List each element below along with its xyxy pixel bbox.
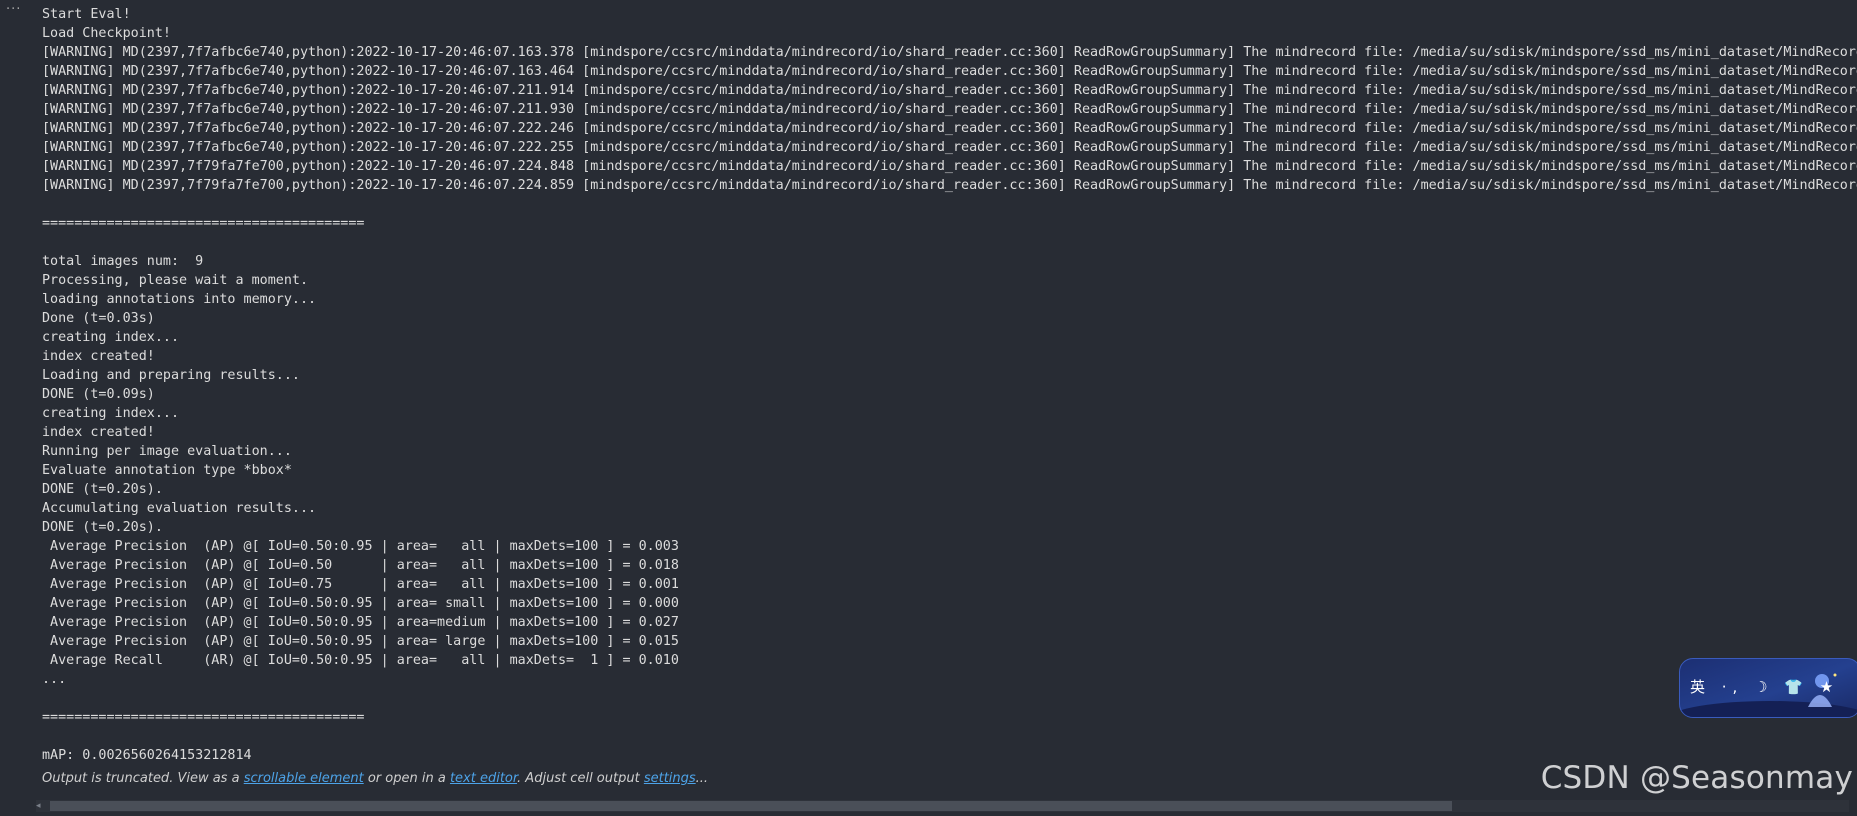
output-line: [WARNING] MD(2397,7f7afbc6e740,python):2… <box>42 140 1857 155</box>
output-line: [WARNING] MD(2397,7f7afbc6e740,python):2… <box>42 45 1857 60</box>
output-line: Average Recall (AR) @[ IoU=0.50:0.95 | a… <box>42 653 679 668</box>
csdn-watermark: CSDN @Seasonmay <box>1540 760 1853 796</box>
cell-output-area[interactable]: Start Eval! Load Checkpoint! [WARNING] MD(… <box>42 5 1857 775</box>
output-line: [WARNING] MD(2397,7f79fa7fe700,python):2… <box>42 178 1857 193</box>
scrollbar-thumb[interactable] <box>50 801 1452 811</box>
output-line: Running per image evaluation... <box>42 444 292 459</box>
output-line: [WARNING] MD(2397,7f7afbc6e740,python):2… <box>42 83 1857 98</box>
output-line: ... <box>42 672 67 687</box>
output-line: [WARNING] MD(2397,7f7afbc6e740,python):2… <box>42 121 1857 136</box>
output-line: index created! <box>42 425 155 440</box>
cell-output-menu-icon[interactable]: ··· <box>6 2 21 17</box>
output-line: ======================================== <box>42 216 365 231</box>
ime-status-label: 英 ·, ☽ 👕 ★ <box>1690 678 1840 696</box>
output-line: Start Eval! <box>42 7 131 22</box>
output-line: Average Precision (AP) @[ IoU=0.75 | are… <box>42 577 679 592</box>
output-line: Evaluate annotation type *bbox* <box>42 463 292 478</box>
output-line: Loading and preparing results... <box>42 368 300 383</box>
output-line: Average Precision (AP) @[ IoU=0.50:0.95 … <box>42 634 679 649</box>
output-line: index created! <box>42 349 155 364</box>
output-line: Done (t=0.03s) <box>42 311 155 326</box>
output-line: Average Precision (AP) @[ IoU=0.50:0.95 … <box>42 596 679 611</box>
settings-link[interactable]: settings <box>644 771 696 786</box>
output-line: loading annotations into memory... <box>42 292 317 307</box>
output-line: Accumulating evaluation results... <box>42 501 317 516</box>
output-line: [WARNING] MD(2397,7f7afbc6e740,python):2… <box>42 64 1857 79</box>
output-line: creating index... <box>42 406 180 421</box>
output-line: Average Precision (AP) @[ IoU=0.50:0.95 … <box>42 615 679 630</box>
horizontal-scrollbar[interactable]: ◂ <box>36 800 1849 812</box>
scrollable-element-link[interactable]: scrollable element <box>244 771 364 786</box>
output-line: DONE (t=0.20s). <box>42 520 163 535</box>
output-line: Load Checkpoint! <box>42 26 171 41</box>
output-line: Average Precision (AP) @[ IoU=0.50:0.95 … <box>42 539 679 554</box>
truncation-text-prefix: Output is truncated. View as a <box>42 771 244 786</box>
output-line: ======================================== <box>42 710 365 725</box>
truncation-text-middle: or open in a <box>363 771 450 786</box>
output-line: DONE (t=0.20s). <box>42 482 163 497</box>
truncation-text-after-editor: . Adjust cell output <box>517 771 644 786</box>
output-line: Average Precision (AP) @[ IoU=0.50 | are… <box>42 558 679 573</box>
output-line: DONE (t=0.09s) <box>42 387 155 402</box>
truncation-text-suffix: ... <box>695 771 709 786</box>
output-line: total images num: 9 <box>42 254 204 269</box>
scroll-left-icon[interactable]: ◂ <box>36 800 41 812</box>
output-line: Processing, please wait a moment. <box>42 273 309 288</box>
ime-toolbar-widget[interactable]: 英 ·, ☽ 👕 ★ <box>1679 658 1857 718</box>
output-line: [WARNING] MD(2397,7f79fa7fe700,python):2… <box>42 159 1857 174</box>
output-line: creating index... <box>42 330 180 345</box>
output-line: [WARNING] MD(2397,7f7afbc6e740,python):2… <box>42 102 1857 117</box>
truncation-notice: Output is truncated. View as a scrollabl… <box>42 771 708 786</box>
text-editor-link[interactable]: text editor <box>450 771 517 786</box>
